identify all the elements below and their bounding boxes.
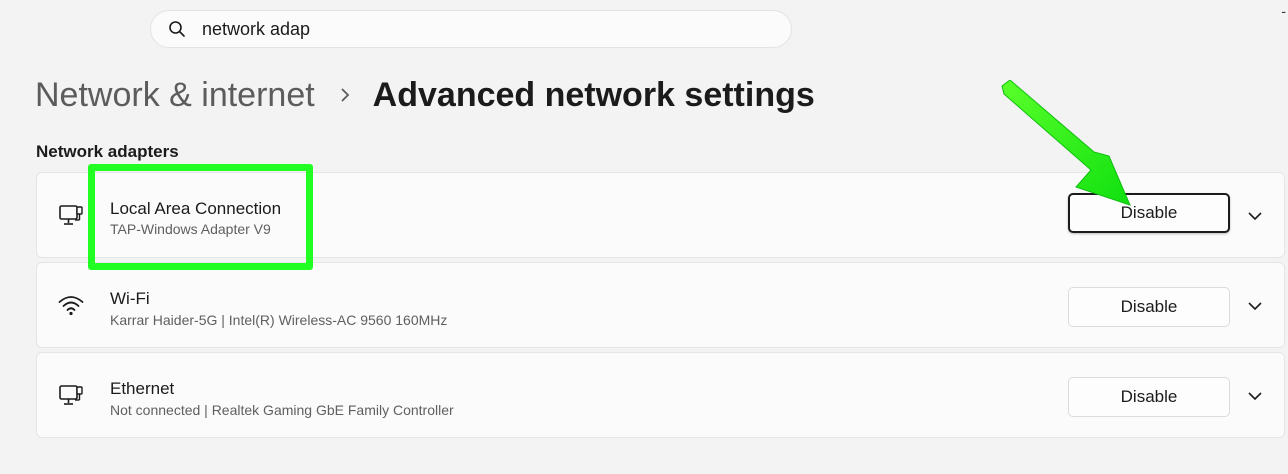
- disable-button-ethernet[interactable]: Disable: [1068, 377, 1230, 417]
- ethernet-icon: [57, 381, 85, 409]
- adapter-name: Ethernet: [110, 379, 175, 398]
- breadcrumb: Network & internet Advanced network sett…: [35, 70, 815, 120]
- highlight-box: [88, 164, 313, 270]
- section-title: Network adapters: [36, 142, 179, 161]
- adapter-name: Wi-Fi: [110, 289, 150, 308]
- network-monitor-icon: [57, 201, 85, 229]
- wifi-icon: [57, 291, 85, 319]
- breadcrumb-network-internet[interactable]: Network & internet: [35, 76, 315, 115]
- chevron-down-icon[interactable]: [1246, 207, 1264, 225]
- minimize-mark[interactable]: -: [1281, 3, 1286, 19]
- page-title: Advanced network settings: [372, 75, 815, 114]
- adapter-description: Karrar Haider-5G | Intel(R) Wireless-AC …: [110, 312, 448, 328]
- adapter-description: Not connected | Realtek Gaming GbE Famil…: [110, 402, 454, 418]
- disable-button-wifi[interactable]: Disable: [1068, 287, 1230, 327]
- adapter-card-ethernet[interactable]: Ethernet Not connected | Realtek Gaming …: [36, 352, 1285, 438]
- search-input[interactable]: network adap: [202, 19, 310, 40]
- search-icon: [168, 20, 186, 38]
- annotation-arrow-icon: [1001, 80, 1131, 206]
- chevron-down-icon[interactable]: [1246, 297, 1264, 315]
- chevron-down-icon[interactable]: [1246, 387, 1264, 405]
- adapter-card-wifi[interactable]: Wi-Fi Karrar Haider-5G | Intel(R) Wirele…: [36, 262, 1285, 348]
- search-box[interactable]: network adap: [150, 10, 792, 48]
- chevron-right-icon: [339, 87, 351, 103]
